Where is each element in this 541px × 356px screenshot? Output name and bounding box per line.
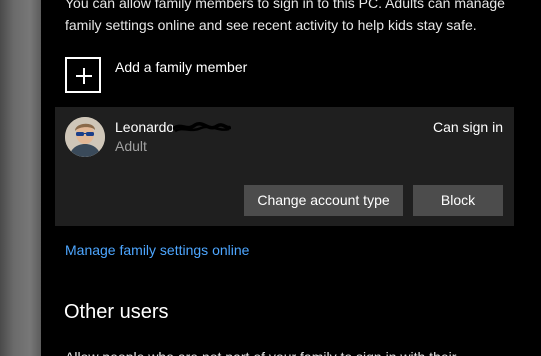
member-name: Leonardo [115,119,175,135]
family-intro-text: You can allow family members to sign in … [65,0,535,36]
intro-line-1: You can allow family members to sign in … [65,0,505,11]
member-signin-status: Can sign in [432,119,503,135]
left-background-strip [0,0,41,356]
manage-family-settings-link[interactable]: Manage family settings online [65,242,249,258]
other-users-description: Allow people who are not part of your fa… [65,346,535,356]
user-avatar-icon [65,117,105,157]
add-family-member-label[interactable]: Add a family member [115,59,247,75]
other-users-heading: Other users [64,301,169,323]
plus-icon[interactable] [65,57,101,93]
redaction-scribble [173,122,231,133]
block-button[interactable]: Block [413,185,503,216]
family-member-card[interactable]: Leonardo Adult Can sign in Change accoun… [55,107,514,226]
settings-page: You can allow family members to sign in … [0,0,541,356]
add-family-member-button[interactable]: Add a family member [65,57,247,93]
change-account-type-button[interactable]: Change account type [244,185,403,216]
intro-line-2: family settings online and see recent ac… [65,17,477,33]
member-role: Adult [115,138,147,154]
